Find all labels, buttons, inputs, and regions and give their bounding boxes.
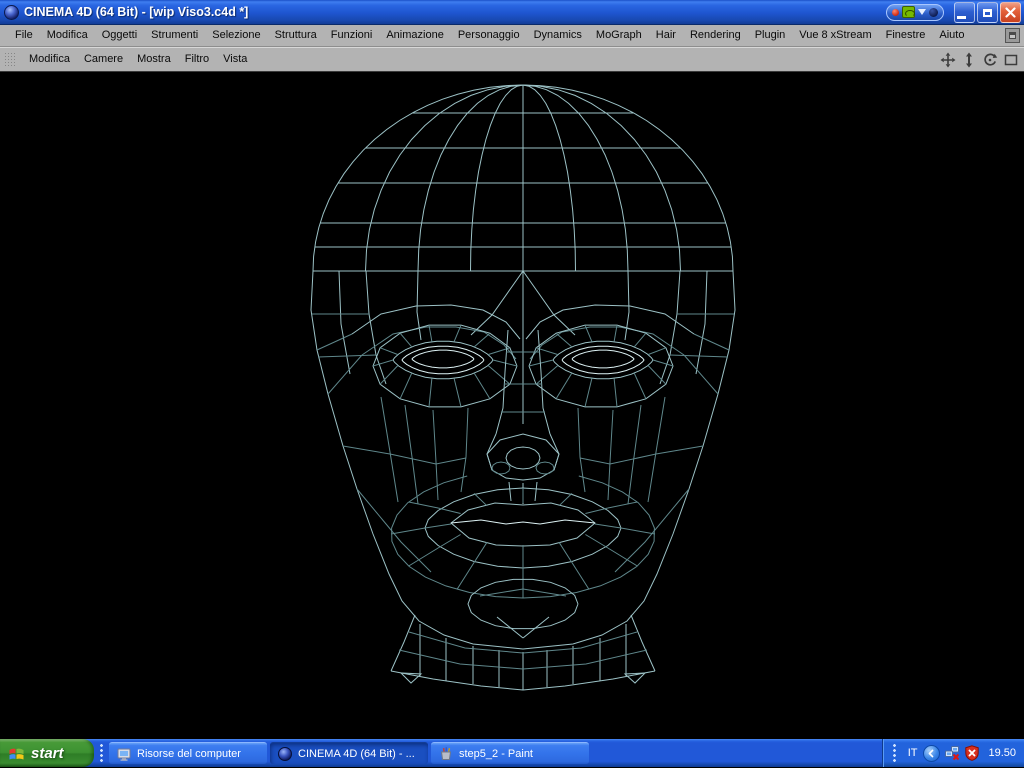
windows-flag-icon <box>9 748 24 759</box>
menu-item[interactable]: Rendering <box>683 25 748 46</box>
pan-icon[interactable] <box>940 52 956 68</box>
menu-item[interactable]: Vue 8 xStream <box>792 25 878 46</box>
window-title: CINEMA 4D (64 Bit) - [wip Viso3.c4d *] <box>24 5 249 19</box>
menu-item[interactable]: File <box>8 25 40 46</box>
start-button[interactable]: start <box>0 739 94 767</box>
hide-icons-arrow-icon[interactable] <box>923 744 941 762</box>
menu-item[interactable]: Funzioni <box>324 25 380 46</box>
close-button[interactable] <box>1000 1 1021 23</box>
viewport-menu-item[interactable]: Modifica <box>22 49 77 70</box>
security-alert-shield-icon[interactable] <box>964 745 980 761</box>
menu-item[interactable]: Oggetti <box>95 25 144 46</box>
nvidia-red-dot-icon <box>892 8 899 16</box>
taskbar-button-label: Risorse del computer <box>137 747 241 760</box>
taskbar-button[interactable]: step5_2 - Paint <box>431 742 589 764</box>
restore-button[interactable] <box>977 1 998 23</box>
menu-item[interactable]: Dynamics <box>527 25 589 46</box>
cinema4d-app-icon <box>4 4 19 20</box>
mdi-window-icon[interactable] <box>1005 28 1020 43</box>
menu-item[interactable]: Modifica <box>40 25 95 46</box>
network-disconnected-icon[interactable] <box>944 745 960 761</box>
menu-item[interactable]: Struttura <box>268 25 324 46</box>
close-icon <box>1005 6 1016 18</box>
menu-item[interactable]: Plugin <box>748 25 793 46</box>
toolbar-grip-handle[interactable] <box>4 51 16 68</box>
cinema4d-icon <box>277 746 293 762</box>
language-indicator[interactable]: IT <box>906 747 920 759</box>
menu-item[interactable]: Hair <box>649 25 683 46</box>
viewport-menu-item[interactable]: Vista <box>216 49 254 70</box>
menu-item[interactable]: Finestre <box>879 25 933 46</box>
nvidia-logo-icon <box>902 6 915 18</box>
viewport-menu-item[interactable]: Camere <box>77 49 130 70</box>
restore-icon <box>983 8 992 17</box>
nvidia-tray-widget[interactable] <box>886 3 944 21</box>
mdi-window-inner <box>1009 32 1016 39</box>
taskbar: start Risorse del computer CINEMA 4D (64… <box>0 739 1024 767</box>
minimize-icon <box>957 15 966 19</box>
taskbar-button-label: CINEMA 4D (64 Bit) - ... <box>298 747 415 760</box>
rotate-icon[interactable] <box>982 52 998 68</box>
nvidia-dark-dot-icon <box>929 7 938 17</box>
menu-item[interactable]: Selezione <box>205 25 267 46</box>
viewport-menu-bar: Modifica Camere Mostra Filtro Vista <box>0 47 1024 72</box>
menu-item[interactable]: Animazione <box>379 25 450 46</box>
taskbar-button-label: step5_2 - Paint <box>459 747 533 760</box>
task-buttons: Risorse del computer CINEMA 4D (64 Bit) … <box>109 742 882 764</box>
menu-item[interactable]: Strumenti <box>144 25 205 46</box>
viewport-menu-item[interactable]: Mostra <box>130 49 178 70</box>
viewport-3d[interactable] <box>0 72 1024 739</box>
taskbar-button[interactable]: Risorse del computer <box>109 742 267 764</box>
viewport-menu-item[interactable]: Filtro <box>178 49 216 70</box>
menu-item[interactable]: MoGraph <box>589 25 649 46</box>
title-bar: CINEMA 4D (64 Bit) - [wip Viso3.c4d *] <box>0 0 1024 25</box>
nvidia-dropdown-icon <box>918 9 926 15</box>
taskbar-grip-handle[interactable] <box>99 743 104 763</box>
menu-bar: File Modifica Oggetti Strumenti Selezion… <box>0 25 1024 47</box>
viewport-menu-items: Modifica Camere Mostra Filtro Vista <box>22 49 254 70</box>
my-computer-icon <box>116 746 132 762</box>
start-label: start <box>31 744 64 762</box>
menu-items: File Modifica Oggetti Strumenti Selezion… <box>8 25 971 46</box>
wireframe-head-model <box>310 84 736 691</box>
paint-icon <box>438 746 454 762</box>
system-tray: IT 19.50 <box>881 739 1024 767</box>
menu-item[interactable]: Personaggio <box>451 25 527 46</box>
tray-grip-handle[interactable] <box>891 743 897 763</box>
taskbar-button[interactable]: CINEMA 4D (64 Bit) - ... <box>270 742 428 764</box>
zoom-icon[interactable] <box>961 52 977 68</box>
menu-item[interactable]: Aiuto <box>932 25 971 46</box>
maximize-view-icon[interactable] <box>1003 52 1019 68</box>
minimize-button[interactable] <box>954 1 975 23</box>
viewport-nav-icons <box>940 52 1019 68</box>
clock[interactable]: 19.50 <box>988 747 1016 759</box>
